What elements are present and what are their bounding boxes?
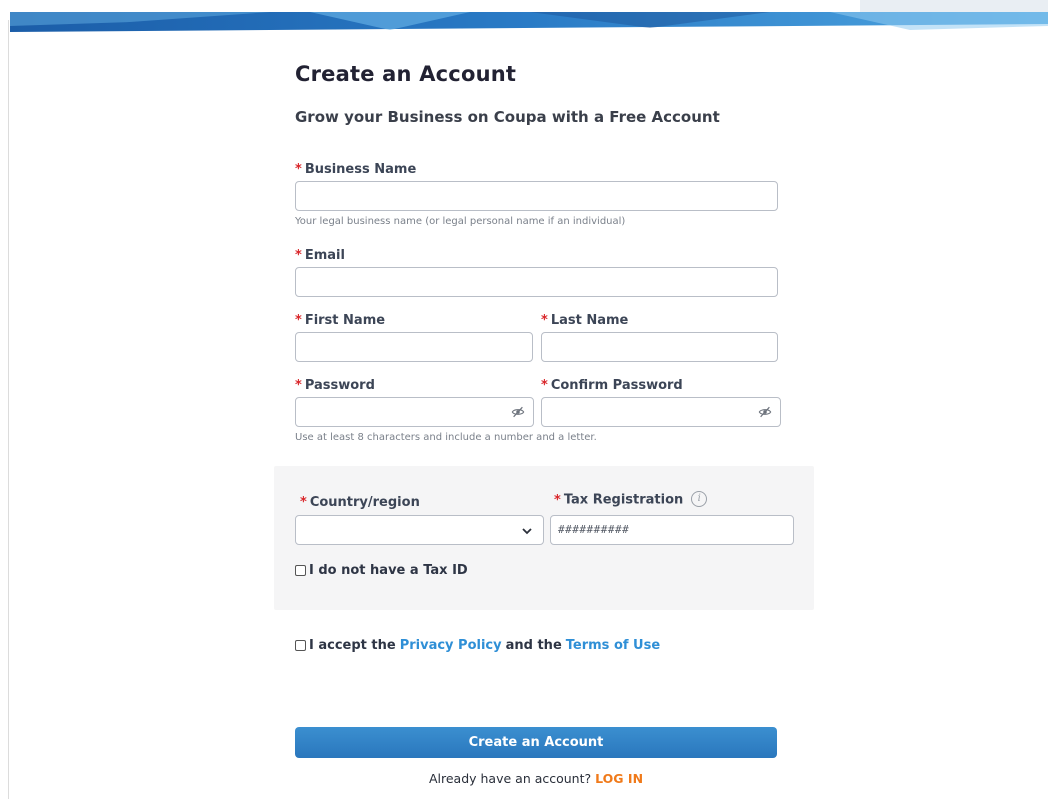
login-link[interactable]: LOG IN [595, 771, 643, 786]
left-divider [8, 20, 9, 799]
required-mark: * [554, 492, 561, 508]
accept-terms-checkbox[interactable] [295, 640, 306, 651]
required-mark: * [541, 378, 548, 393]
confirm-password-input[interactable] [541, 397, 781, 427]
no-tax-id-option[interactable]: I do not have a Tax ID [295, 563, 468, 578]
tax-registration-label-text: Tax Registration [563, 492, 684, 508]
first-name-label-text: First Name [304, 313, 386, 328]
page-subtitle: Grow your Business on Coupa with a Free … [295, 108, 720, 126]
first-name-input[interactable] [295, 332, 533, 362]
confirm-password-label: * Confirm Password [541, 378, 683, 393]
email-label: * Email [295, 248, 345, 263]
eye-slash-icon[interactable] [511, 405, 525, 419]
header-banner [10, 0, 1048, 32]
privacy-policy-link[interactable]: Privacy Policy [400, 638, 502, 653]
no-tax-id-label: I do not have a Tax ID [309, 563, 468, 578]
login-prompt-text: Already have an account? [428, 771, 592, 786]
email-input[interactable] [295, 267, 778, 297]
confirm-password-label-text: Confirm Password [550, 378, 683, 393]
last-name-label: * Last Name [541, 313, 628, 328]
last-name-input[interactable] [541, 332, 778, 362]
terms-of-use-link[interactable]: Terms of Use [566, 638, 660, 653]
password-label-text: Password [304, 378, 375, 393]
create-account-page: Create an Account Grow your Business on … [0, 0, 1048, 799]
country-select[interactable] [295, 515, 544, 545]
tax-registration-value: ########## [558, 523, 630, 536]
country-label: * Country/region [300, 495, 420, 510]
password-hint: Use at least 8 characters and include a … [295, 432, 597, 443]
no-tax-id-checkbox[interactable] [295, 565, 306, 576]
info-icon[interactable]: i [691, 491, 708, 507]
business-name-label: * Business Name [295, 162, 416, 177]
business-name-hint: Your legal business name (or legal perso… [295, 216, 626, 227]
tax-registration-label: * Tax Registration i [554, 491, 708, 508]
chevron-down-icon [522, 528, 532, 535]
required-mark: * [295, 162, 302, 177]
required-mark: * [295, 248, 302, 263]
email-label-text: Email [304, 248, 345, 263]
required-mark: * [295, 313, 302, 328]
required-mark: * [300, 495, 307, 510]
country-label-text: Country/region [309, 495, 420, 510]
accept-prefix: I accept the [309, 638, 396, 653]
business-name-input[interactable] [295, 181, 778, 211]
accept-middle: and the [505, 638, 562, 653]
business-name-label-text: Business Name [304, 162, 417, 177]
login-prompt: Already have an account? LOG IN [295, 771, 777, 786]
required-mark: * [295, 378, 302, 393]
create-account-button[interactable]: Create an Account [295, 727, 777, 758]
tax-registration-input[interactable]: ########## [550, 515, 794, 545]
last-name-label-text: Last Name [550, 313, 629, 328]
eye-slash-icon[interactable] [758, 405, 772, 419]
password-input[interactable] [295, 397, 534, 427]
accept-terms-option[interactable]: I accept the Privacy Policy and the Term… [295, 638, 664, 653]
password-label: * Password [295, 378, 375, 393]
first-name-label: * First Name [295, 313, 385, 328]
required-mark: * [541, 313, 548, 328]
page-title: Create an Account [295, 62, 517, 86]
